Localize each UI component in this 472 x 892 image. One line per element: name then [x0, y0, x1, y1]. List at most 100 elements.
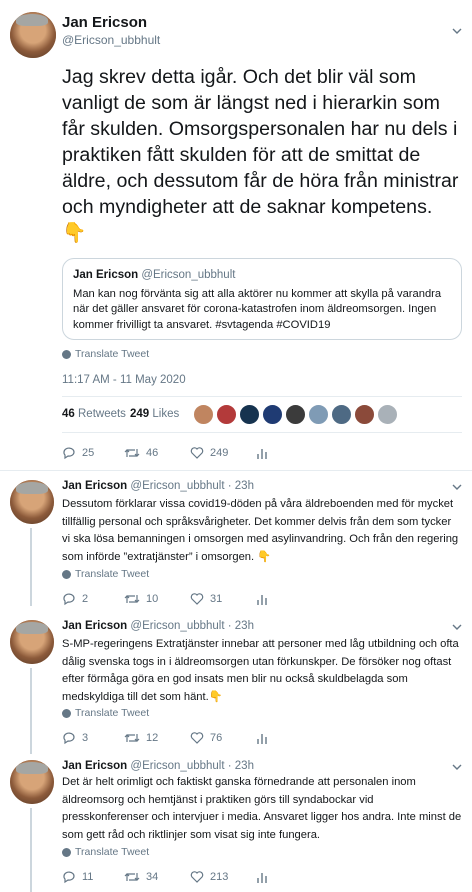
author-name[interactable]: Jan Ericson — [62, 14, 147, 31]
like-button[interactable]: 31 — [190, 592, 222, 606]
like-button[interactable]: 213 — [190, 870, 228, 884]
analytics-icon — [257, 734, 267, 744]
reply-button[interactable]: 11 — [62, 870, 93, 884]
author-name[interactable]: Jan Ericson — [62, 620, 127, 632]
like-count: 213 — [210, 871, 229, 883]
thread-line — [30, 528, 32, 606]
tweet-time[interactable]: · 23h — [228, 760, 254, 772]
tweet-text: Det är helt orimligt och faktiskt ganska… — [62, 776, 462, 841]
author-name[interactable]: Jan Ericson — [62, 480, 127, 492]
retweet-count: 46 — [146, 447, 159, 459]
liker-avatar[interactable] — [262, 404, 283, 425]
retweet-count: 10 — [146, 593, 159, 605]
globe-icon — [62, 349, 71, 359]
like-button[interactable]: 76 — [190, 731, 222, 745]
tweet-text: Jag skrev detta igår. Och det blir väl s… — [62, 66, 459, 244]
reply-button[interactable]: 25 — [62, 446, 94, 460]
retweet-button[interactable]: 10 — [124, 592, 158, 606]
tweet-timestamp[interactable]: 11:17 AM - 11 May 2020 — [62, 374, 186, 386]
retweet-icon — [124, 449, 140, 457]
analytics-button[interactable] — [256, 592, 268, 606]
likes-stat[interactable]: 249 Likes — [130, 408, 179, 420]
analytics-button[interactable] — [256, 731, 268, 745]
reply-icon — [63, 593, 75, 606]
translate-label: Translate Tweet — [75, 348, 150, 360]
quoted-tweet[interactable]: Jan Ericson @Ericson_ubbhult Man kan nog… — [62, 258, 462, 340]
like-button[interactable]: 249 — [190, 446, 228, 460]
translate-tweet-link[interactable]: Translate Tweet — [62, 846, 149, 858]
avatar[interactable] — [10, 12, 56, 58]
retweet-icon — [124, 734, 140, 742]
author-name[interactable]: Jan Ericson — [62, 760, 127, 772]
retweet-button[interactable]: 46 — [124, 446, 158, 460]
heart-icon — [190, 732, 204, 744]
chevron-down-icon[interactable] — [452, 26, 462, 36]
tweet-time[interactable]: · 23h — [228, 480, 254, 492]
reply-icon — [63, 732, 75, 745]
avatar[interactable] — [10, 480, 54, 524]
globe-icon — [62, 708, 71, 718]
liker-avatar[interactable] — [285, 404, 306, 425]
globe-icon — [62, 569, 71, 579]
reply-button[interactable]: 3 — [62, 731, 88, 745]
chevron-down-icon[interactable] — [452, 622, 462, 632]
author-handle[interactable]: @Ericson_ubbhult — [130, 480, 224, 492]
heart-icon — [190, 447, 204, 459]
tweet-text: Dessutom förklarar vissa covid19-döden p… — [62, 498, 459, 563]
retweets-count: 46 — [62, 408, 75, 420]
liker-avatar[interactable] — [308, 404, 329, 425]
divider — [0, 470, 472, 471]
reply-header: Jan Ericson @Ericson_ubbhult · 23h — [62, 480, 254, 492]
reply-icon — [63, 447, 75, 460]
like-count: 249 — [210, 447, 229, 459]
globe-icon — [62, 847, 71, 857]
thread-line — [30, 808, 32, 892]
quoted-author-handle: @Ericson_ubbhult — [141, 269, 236, 281]
translate-label: Translate Tweet — [75, 568, 150, 580]
retweets-stat[interactable]: 46 Retweets — [62, 408, 126, 420]
analytics-icon — [257, 449, 267, 459]
like-count: 76 — [210, 732, 223, 744]
translate-tweet-link[interactable]: Translate Tweet — [62, 568, 149, 580]
liker-avatar[interactable] — [354, 404, 375, 425]
likers-avatars[interactable] — [193, 404, 398, 425]
retweet-button[interactable]: 34 — [124, 870, 158, 884]
translate-tweet-link[interactable]: Translate Tweet — [62, 348, 149, 360]
avatar[interactable] — [10, 760, 54, 804]
analytics-icon — [257, 595, 267, 605]
likes-label: Likes — [152, 408, 180, 420]
analytics-icon — [257, 873, 267, 883]
reply-header: Jan Ericson @Ericson_ubbhult · 23h — [62, 760, 254, 772]
heart-icon — [190, 593, 204, 605]
retweet-icon — [124, 595, 140, 603]
liker-avatar[interactable] — [193, 404, 214, 425]
liker-avatar[interactable] — [331, 404, 352, 425]
analytics-button[interactable] — [256, 446, 268, 460]
translate-label: Translate Tweet — [75, 707, 150, 719]
retweet-button[interactable]: 12 — [124, 731, 158, 745]
retweet-count: 12 — [146, 732, 159, 744]
chevron-down-icon[interactable] — [452, 762, 462, 772]
liker-avatar[interactable] — [216, 404, 237, 425]
reply-count: 25 — [82, 447, 95, 459]
reply-count: 11 — [82, 871, 94, 883]
thread-line — [30, 668, 32, 754]
analytics-button[interactable] — [256, 870, 268, 884]
retweet-count: 34 — [146, 871, 159, 883]
translate-label: Translate Tweet — [75, 846, 150, 858]
reply-icon — [63, 871, 75, 884]
author-handle[interactable]: @Ericson_ubbhult — [130, 620, 224, 632]
author-handle[interactable]: @Ericson_ubbhult — [62, 33, 160, 47]
heart-icon — [190, 871, 204, 883]
tweet-time[interactable]: · 23h — [228, 620, 254, 632]
reply-header: Jan Ericson @Ericson_ubbhult · 23h — [62, 620, 254, 632]
liker-avatar[interactable] — [239, 404, 260, 425]
reply-button[interactable]: 2 — [62, 592, 88, 606]
avatar[interactable] — [10, 620, 54, 664]
liker-avatar[interactable] — [377, 404, 398, 425]
translate-tweet-link[interactable]: Translate Tweet — [62, 707, 149, 719]
chevron-down-icon[interactable] — [452, 482, 462, 492]
reply-count: 2 — [82, 593, 89, 605]
author-handle[interactable]: @Ericson_ubbhult — [130, 760, 224, 772]
divider — [62, 396, 462, 397]
